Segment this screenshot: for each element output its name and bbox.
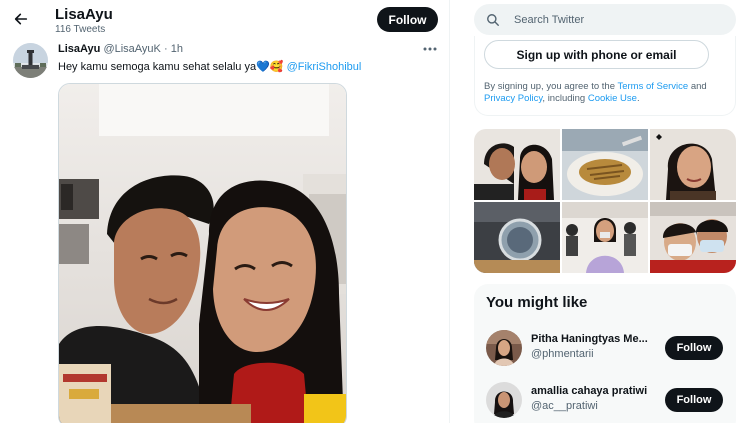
search-input[interactable] [514,13,714,26]
avatar[interactable] [486,382,522,418]
search-bar[interactable] [474,4,736,35]
privacy-policy-link[interactable]: Privacy Policy [484,93,542,104]
follow-button[interactable]: Follow [665,388,723,412]
media-thumbnail[interactable] [474,202,560,273]
author-handle[interactable]: @LisaAyuK [103,43,160,55]
media-image [474,202,560,273]
media-image [562,202,648,273]
terms-prefix: By signing up, you agree to the [484,81,615,92]
search-icon [487,13,499,26]
media-thumbnail[interactable] [650,129,736,200]
terms-of-service-link[interactable]: Terms of Service [617,81,688,92]
more-horizontal-icon [423,47,437,51]
media-image [474,129,560,200]
meta-separator: · [163,43,168,55]
media-grid [474,129,736,273]
terms-and: and [690,81,707,92]
avatar-image [486,330,522,366]
suggested-account-handle: @phmentarii [531,348,594,360]
profile-name: LisaAyu [55,6,113,23]
suggested-account-name: Pitha Haningtyas Me... [531,333,648,345]
you-might-like-title: You might like [486,294,588,311]
tweet-count: 116 Tweets [55,24,106,35]
back-button[interactable] [10,8,32,30]
selfie-image [59,84,346,423]
media-thumbnail[interactable] [474,129,560,200]
follow-button[interactable]: Follow [665,336,723,360]
cookie-use-link[interactable]: Cookie Use [588,93,637,104]
suggested-account-name: amallia cahaya pratiwi [531,385,648,397]
signup-terms: By signing up, you agree to the Terms of… [484,81,724,105]
mention-link[interactable]: @FikriShohibul [287,61,362,73]
tweet-photo[interactable] [58,83,347,423]
tweet-time[interactable]: 1h [171,43,183,55]
tweet-meta: LisaAyu @LisaAyuK · 1h [58,43,183,55]
main-column: LisaAyu 116 Tweets Follow LisaAyu @LisaA… [0,0,450,423]
media-image [650,202,736,273]
more-button[interactable] [420,41,440,57]
blue-heart-emoji: 💙 [256,61,270,73]
follow-button[interactable]: Follow [377,7,438,32]
author-avatar[interactable] [13,43,48,78]
arrow-left-icon [14,13,28,25]
signup-phone-email-button[interactable]: Sign up with phone or email [484,40,709,69]
profile-header: LisaAyu 116 Tweets Follow [0,0,449,40]
media-image [562,129,648,200]
smiling-hearts-emoji: 🥰 [269,61,284,73]
author-name[interactable]: LisaAyu [58,43,100,55]
avatar-image [13,43,48,78]
suggested-account[interactable]: amallia cahaya pratiwi @ac__pratiwi Foll… [474,378,736,423]
media-thumbnail[interactable] [562,129,648,200]
sidebar: Sign up with phone or email By signing u… [451,0,750,423]
media-thumbnail[interactable] [562,202,648,273]
terms-including: , including [542,93,586,104]
media-thumbnail[interactable] [650,202,736,273]
media-image [650,129,736,200]
avatar-image [486,382,522,418]
you-might-like-panel: You might like Pitha Haningtyas Me... @p… [474,284,736,423]
suggested-account-handle: @ac__pratiwi [531,400,598,412]
suggested-account[interactable]: Pitha Haningtyas Me... @phmentarii Follo… [474,326,736,376]
tweet-text: Hey kamu semoga kamu sehat selalu ya💙🥰 @… [58,60,361,73]
tweet-body: Hey kamu semoga kamu sehat selalu ya [58,61,257,73]
avatar[interactable] [486,330,522,366]
signup-panel: Sign up with phone or email By signing u… [474,36,736,116]
terms-period: . [636,93,640,104]
